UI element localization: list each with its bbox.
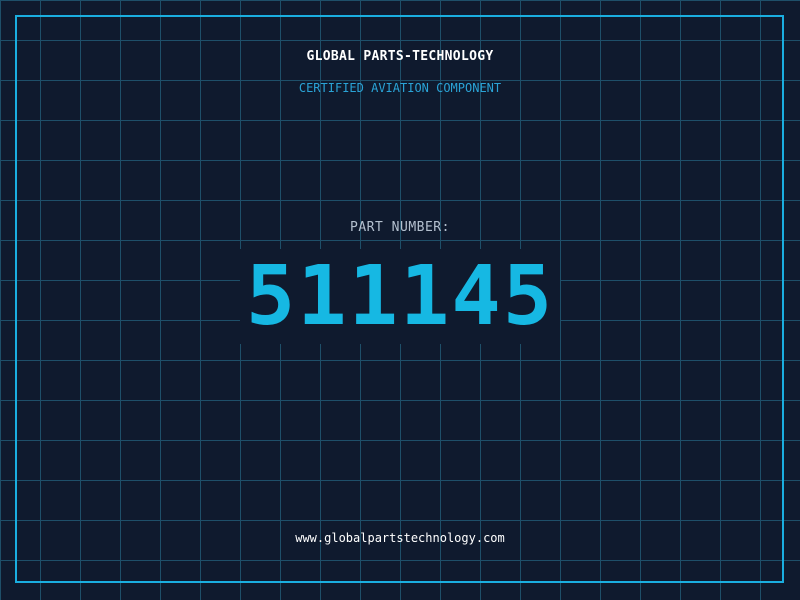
part-number-label: PART NUMBER: [350,220,450,235]
company-name: GLOBAL PARTS-TECHNOLOGY [306,49,494,64]
part-label-card: GLOBAL PARTS-TECHNOLOGY CERTIFIED AVIATI… [0,0,800,600]
certification-subtitle: CERTIFIED AVIATION COMPONENT [298,81,502,95]
website-url: www.globalpartstechnology.com [295,531,505,545]
part-number-value: 511145 [239,249,561,344]
part-number-value-container: 511145 [0,249,800,344]
